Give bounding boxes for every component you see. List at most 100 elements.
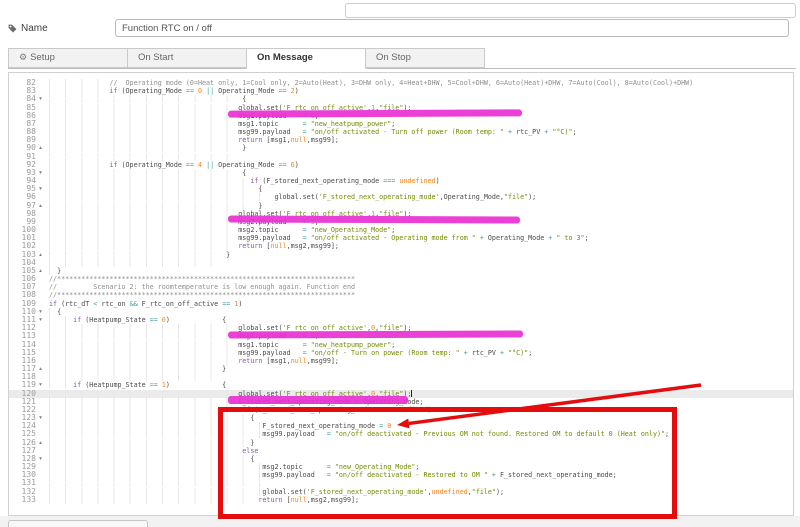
tab-on-message-label: On Message [257, 52, 313, 63]
fold-toggle-icon[interactable]: ▾ [36, 185, 45, 193]
fold-toggle-icon[interactable]: ▴ [36, 144, 45, 152]
fold-toggle-icon[interactable]: ▾ [36, 95, 45, 103]
code-line: 85 global.set('F_rtc_on_off_active',1,"f… [9, 103, 793, 112]
tab-on-stop[interactable]: On Stop [365, 48, 485, 68]
code-line: 131 [9, 479, 793, 488]
code-text: return [msg1,null,msg99]; [45, 356, 339, 365]
fold-toggle-icon[interactable]: ▾ [36, 169, 45, 177]
code-line: 86 msg1.payload = 0; [9, 111, 793, 120]
name-row: Name [0, 18, 800, 48]
fold-toggle-icon[interactable]: ▾ [36, 308, 45, 316]
function-editor-tabbar: ⚙ Setup On Start On Message On Stop [8, 48, 796, 69]
bottom-strip [0, 516, 800, 527]
code-line: 119 ▾ if (Heatpump_State == 1) { [9, 381, 793, 390]
code-line: 100 msg2.topic = "new_Operating_Mode"; [9, 225, 793, 235]
code-text: return [msg1,null,msg99]; [45, 136, 339, 145]
fold-gutter [36, 349, 45, 357]
tab-on-message[interactable]: On Message [246, 48, 366, 69]
fold-gutter [36, 357, 45, 365]
tab-setup-label: Setup [30, 52, 55, 63]
tab-on-stop-label: On Stop [376, 52, 411, 63]
fold-gutter [36, 218, 45, 226]
code-line: 108//***********************************… [9, 291, 793, 300]
code-text: { [45, 307, 61, 316]
fold-toggle-icon[interactable]: ▴ [36, 365, 45, 373]
fold-gutter [36, 430, 45, 438]
fold-gutter [36, 488, 45, 496]
code-text: msg99.payload = "on/off - Turn on power … [45, 348, 532, 357]
fold-gutter [36, 390, 45, 398]
code-line: 97 ▴ } [9, 201, 793, 210]
fold-toggle-icon[interactable]: ▴ [36, 267, 45, 275]
code-line: 111 ▾ if (Heatpump_State == 0) { [9, 315, 793, 324]
code-text: } [45, 201, 262, 210]
tab-on-start-label: On Start [138, 52, 174, 63]
fold-gutter [36, 210, 45, 218]
code-text: { [45, 185, 262, 194]
fold-gutter [36, 341, 45, 349]
code-line: 127 else [9, 446, 793, 455]
code-line: 90 ▴ } [9, 144, 793, 153]
bottom-toolbar-button[interactable] [8, 520, 148, 527]
code-line: 94 if (F_stored_next_operating_mode === … [9, 176, 793, 186]
code-line: 82 // Operating mode (0=Heat only, 1=Coo… [9, 78, 793, 87]
fold-gutter [36, 463, 45, 471]
fold-toggle-icon[interactable]: ▴ [36, 202, 45, 210]
fold-toggle-icon[interactable]: ▴ [36, 251, 45, 259]
fold-gutter [36, 161, 45, 169]
code-text: global.set('F_stored_next_operating_mode… [45, 193, 536, 202]
tab-on-start[interactable]: On Start [127, 48, 247, 68]
code-text: else [45, 446, 258, 455]
fold-gutter [36, 136, 45, 144]
top-partial-field[interactable] [345, 3, 796, 18]
code-line: 104 [9, 258, 793, 267]
fold-gutter [36, 471, 45, 479]
code-text: msg2.topic = "new_Operating_Mode"; [45, 463, 419, 472]
code-line: 93 ▾ { [9, 168, 793, 177]
code-text: } [45, 144, 246, 153]
fold-toggle-icon[interactable]: ▾ [36, 381, 45, 389]
code-text: if (rtc_dT < rtc_on && F_rtc_on_off_acti… [49, 299, 243, 308]
fold-gutter [36, 193, 45, 201]
code-text: global.set('F_stored_next_operating_mode… [45, 487, 504, 496]
code-line: 122 if (F_stored_next_operating_mode ===… [9, 405, 793, 414]
code-line: 102 return [null,msg2,msg99]; [9, 242, 793, 251]
fold-toggle-icon[interactable]: ▴ [36, 439, 45, 447]
text-cursor [411, 389, 413, 397]
code-line: 98 global.set('F_rtc_on_off_active',1,"f… [9, 209, 793, 218]
code-text: if (F_stored_next_operating_mode === und… [45, 177, 440, 186]
code-line: 92 if (Operating_Mode == 4 || Operating_… [9, 160, 793, 169]
code-text: } [45, 266, 61, 275]
code-text: global.set('F_rtc_on_off_active',1,"file… [45, 209, 411, 218]
fold-gutter [36, 496, 45, 504]
code-text: } [45, 438, 254, 447]
fold-toggle-icon[interactable]: ▾ [36, 414, 45, 422]
name-input[interactable] [115, 19, 789, 37]
code-line: 121 F_stored_next_operating_mode = Opera… [9, 397, 793, 406]
code-line: 117 ▴ } [9, 364, 793, 374]
fold-toggle-icon[interactable]: ▾ [36, 316, 45, 324]
code-line: 95 ▾ { [9, 185, 793, 194]
fold-gutter [36, 153, 45, 161]
tab-setup[interactable]: ⚙ Setup [8, 48, 128, 68]
fold-toggle-icon[interactable]: ▾ [36, 455, 45, 463]
fold-gutter [36, 234, 45, 242]
code-text: { [45, 454, 254, 463]
code-line: 99 msg2.payload = 3; [9, 217, 793, 226]
code-text: msg2.payload = 3; [45, 217, 319, 226]
code-line: 123 ▾ { [9, 413, 793, 423]
code-line: 114 msg1.topic = "new_heatpump_power"; [9, 340, 793, 349]
code-line: 103 ▴ } [9, 250, 793, 259]
code-text: msg1.topic = "new_heatpump_power"; [45, 340, 395, 349]
code-line: 105 ▴ } [9, 266, 793, 275]
fold-gutter [36, 422, 45, 430]
code-text: if (Heatpump_State == 1) { [45, 381, 226, 390]
code-text: msg99.payload = "on/off activated - Oper… [45, 234, 589, 243]
line-number[interactable]: 133 [9, 495, 36, 504]
code-text: { [45, 168, 246, 177]
code-text [45, 258, 227, 267]
gear-icon: ⚙ [19, 53, 28, 63]
code-editor[interactable]: 82 // Operating mode (0=Heat only, 1=Coo… [8, 72, 794, 516]
tag-icon [8, 24, 17, 33]
code-text [45, 152, 239, 161]
